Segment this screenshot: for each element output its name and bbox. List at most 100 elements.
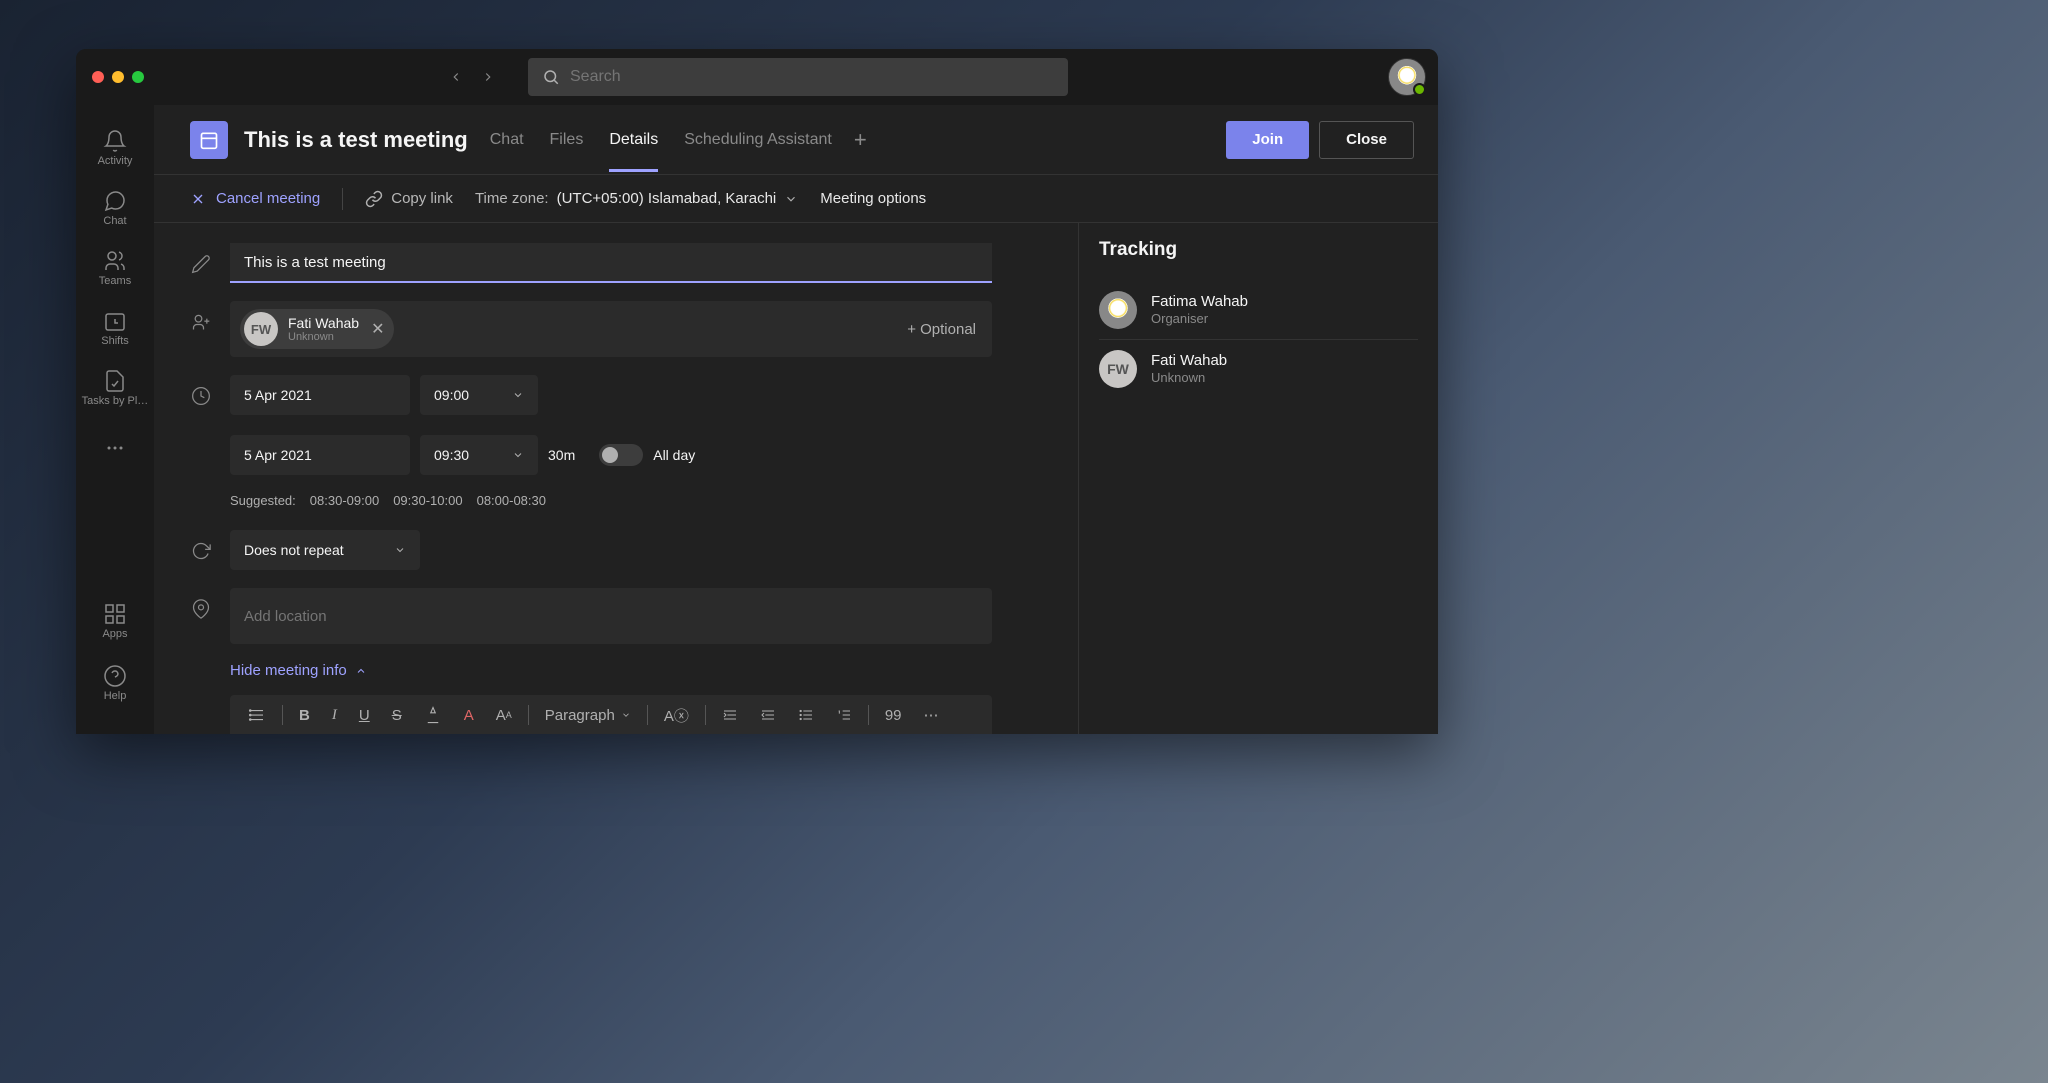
- repeat-select[interactable]: Does not repeat: [230, 530, 420, 570]
- minimize-window-button[interactable]: [112, 71, 124, 83]
- remove-attendee-button[interactable]: ✕: [371, 319, 384, 339]
- sidebar-item-shifts[interactable]: Shifts: [76, 299, 154, 357]
- clock-icon: [190, 385, 212, 407]
- content-row: FW Fati Wahab Unknown ✕ + Optional: [154, 223, 1438, 734]
- hide-meeting-info-label: Hide meeting info: [230, 662, 347, 679]
- attendee-avatar: FW: [244, 312, 278, 346]
- more-icon: [103, 436, 127, 460]
- search-icon: [542, 68, 560, 86]
- more-formatting-button[interactable]: ⋯: [918, 706, 945, 724]
- titlebar: [76, 49, 1438, 105]
- attendee-text: Fati Wahab Unknown: [1151, 352, 1227, 387]
- clear-formatting-button[interactable]: Aⓧ: [658, 705, 695, 726]
- location-input[interactable]: [230, 588, 992, 644]
- tab-files[interactable]: Files: [550, 108, 584, 172]
- teams-icon: [103, 249, 127, 273]
- chat-icon: [103, 189, 127, 213]
- tab-details[interactable]: Details: [609, 108, 658, 172]
- end-time-select[interactable]: 09:30: [420, 435, 538, 475]
- cancel-meeting-button[interactable]: Cancel meeting: [190, 190, 320, 207]
- start-date-input[interactable]: [230, 375, 410, 415]
- editor-toolbar: B I U S A AA Paragraph: [230, 695, 992, 734]
- copy-link-button[interactable]: Copy link: [365, 190, 453, 208]
- all-day-toggle[interactable]: [599, 444, 643, 466]
- font-size-button[interactable]: AA: [490, 707, 518, 724]
- start-time-select[interactable]: 09:00: [420, 375, 538, 415]
- italic-button[interactable]: I: [326, 707, 343, 724]
- tab-scheduling-assistant[interactable]: Scheduling Assistant: [684, 108, 832, 172]
- header-actions: Join Close: [1226, 121, 1414, 159]
- close-window-button[interactable]: [92, 71, 104, 83]
- paragraph-style-select[interactable]: Paragraph: [539, 707, 637, 724]
- organiser-role: Organiser: [1151, 311, 1248, 327]
- sidebar-label: Help: [104, 690, 127, 702]
- form-column: FW Fati Wahab Unknown ✕ + Optional: [154, 223, 1078, 734]
- sidebar-item-tasks[interactable]: Tasks by Pl…: [76, 359, 154, 417]
- meeting-title-input[interactable]: [230, 243, 992, 283]
- start-datetime-row: 09:00: [230, 375, 695, 415]
- start-time-value: 09:00: [434, 387, 469, 403]
- hide-meeting-info-button[interactable]: Hide meeting info: [230, 662, 1048, 679]
- font-color-button[interactable]: A: [458, 707, 480, 724]
- sidebar-item-apps[interactable]: Apps: [76, 592, 154, 650]
- quote-button[interactable]: 99: [879, 707, 908, 724]
- sidebar-item-activity[interactable]: Activity: [76, 119, 154, 177]
- chevron-down-icon: [784, 192, 798, 206]
- sidebar-label: Shifts: [101, 335, 129, 347]
- clock-square-icon: [103, 309, 127, 333]
- bold-button[interactable]: B: [293, 707, 316, 724]
- forward-button[interactable]: [476, 65, 500, 89]
- underline-button[interactable]: U: [353, 707, 376, 724]
- attendee-name: Fati Wahab: [1151, 352, 1227, 371]
- attendee-sub: Unknown: [288, 331, 359, 344]
- chevron-down-icon: [512, 449, 524, 461]
- all-day-label: All day: [653, 447, 695, 463]
- main-content: This is a test meeting Chat Files Detail…: [154, 105, 1438, 734]
- app-window: Activity Chat Teams Shifts Tasks by Pl…: [76, 49, 1438, 734]
- tabs: Chat Files Details Scheduling Assistant: [490, 108, 832, 172]
- attendee-role: Unknown: [1151, 370, 1227, 386]
- highlight-button[interactable]: [418, 706, 448, 724]
- organiser-name: Fatima Wahab: [1151, 293, 1248, 312]
- bullet-list-button[interactable]: [792, 707, 820, 723]
- search-box[interactable]: [528, 58, 1068, 96]
- tracking-panel: Tracking Fatima Wahab Organiser FW Fati …: [1078, 223, 1438, 734]
- attendee-field[interactable]: FW Fati Wahab Unknown ✕ + Optional: [230, 301, 992, 357]
- presence-available-icon: [1413, 83, 1426, 96]
- chevron-down-icon: [394, 544, 406, 556]
- tasks-icon: [103, 369, 127, 393]
- back-button[interactable]: [444, 65, 468, 89]
- suggested-slot-3[interactable]: 08:00-08:30: [477, 493, 546, 508]
- numbered-list-button[interactable]: [830, 707, 858, 723]
- sidebar-item-help[interactable]: Help: [76, 654, 154, 712]
- user-avatar[interactable]: [1388, 58, 1426, 96]
- sidebar-item-more[interactable]: [76, 419, 154, 477]
- timezone-select[interactable]: Time zone: (UTC+05:00) Islamabad, Karach…: [475, 190, 798, 207]
- indent-increase-button[interactable]: [754, 707, 782, 723]
- suggested-slot-2[interactable]: 09:30-10:00: [393, 493, 462, 508]
- sidebar-item-chat[interactable]: Chat: [76, 179, 154, 237]
- duration-label: 30m: [548, 447, 575, 463]
- app-body: Activity Chat Teams Shifts Tasks by Pl…: [76, 105, 1438, 734]
- optional-attendees-button[interactable]: + Optional: [907, 321, 982, 338]
- end-date-input[interactable]: [230, 435, 410, 475]
- suggested-label: Suggested:: [230, 493, 296, 508]
- sidebar-item-teams[interactable]: Teams: [76, 239, 154, 297]
- join-button[interactable]: Join: [1226, 121, 1309, 159]
- sidebar-label: Activity: [98, 155, 133, 167]
- meeting-options-button[interactable]: Meeting options: [820, 190, 926, 207]
- close-button[interactable]: Close: [1319, 121, 1414, 159]
- format-options-button[interactable]: [242, 706, 272, 724]
- title-row: [190, 243, 1048, 283]
- search-input[interactable]: [570, 68, 1054, 86]
- add-tab-button[interactable]: +: [848, 127, 873, 153]
- suggested-slot-1[interactable]: 08:30-09:00: [310, 493, 379, 508]
- maximize-window-button[interactable]: [132, 71, 144, 83]
- apps-icon: [103, 602, 127, 626]
- tab-chat[interactable]: Chat: [490, 108, 524, 172]
- tracking-title: Tracking: [1099, 239, 1418, 261]
- strikethrough-button[interactable]: S: [386, 707, 408, 724]
- organiser-avatar: [1099, 291, 1137, 329]
- indent-decrease-button[interactable]: [716, 707, 744, 723]
- sidebar-label: Apps: [102, 628, 127, 640]
